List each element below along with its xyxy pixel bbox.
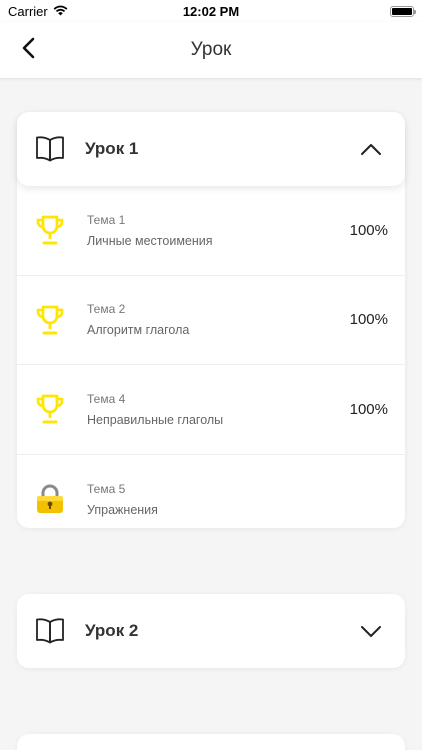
topic-name: Неправильные глаголы: [87, 412, 224, 427]
lesson-card-1: Урок 1 Тема 1 Личные местоимения 100% Те…: [17, 112, 405, 528]
topic-number: Тема 2: [87, 302, 126, 317]
topic-progress: 100%: [349, 311, 388, 329]
topic-number: Тема 4: [87, 391, 126, 406]
chevron-up-icon[interactable]: [359, 137, 383, 161]
battery-icon: [390, 5, 416, 17]
lesson-header-2[interactable]: Урок 2: [17, 594, 405, 668]
wifi-icon: [53, 4, 68, 19]
topic-name: Упражнения: [87, 502, 158, 517]
lock-icon: [34, 483, 66, 515]
status-bar: Carrier 12:02 PM: [0, 0, 422, 22]
chevron-left-icon: [21, 37, 35, 64]
lesson-card-2: Урок 2: [17, 594, 405, 668]
back-button[interactable]: [12, 34, 44, 66]
nav-bar: Урок: [0, 22, 422, 78]
topic-number: Тема 5: [87, 481, 126, 496]
carrier-label: Carrier: [8, 3, 48, 19]
book-icon: [35, 133, 67, 165]
page-title: Урок: [190, 39, 232, 60]
lesson-card-3[interactable]: [17, 734, 405, 750]
topic-number: Тема 1: [87, 212, 126, 227]
lesson-header-1[interactable]: Урок 1: [17, 112, 405, 186]
topic-item[interactable]: Тема 2 Алгоритм глагола 100%: [17, 276, 405, 365]
trophy-icon: [34, 304, 66, 336]
topic-progress: 100%: [349, 221, 388, 239]
lesson-title: Урок 1: [85, 139, 139, 158]
status-left: Carrier: [8, 4, 68, 19]
book-icon: [35, 615, 67, 647]
chevron-down-icon[interactable]: [359, 619, 383, 643]
topic-name: Алгоритм глагола: [87, 323, 190, 338]
topic-name: Личные местоимения: [87, 233, 213, 248]
trophy-icon: [34, 393, 66, 425]
lesson-title: Урок 2: [85, 621, 139, 640]
topic-progress: 100%: [349, 400, 388, 418]
topic-item[interactable]: Тема 4 Неправильные глаголы 100%: [17, 365, 405, 455]
trophy-icon: [34, 214, 66, 246]
topic-item[interactable]: Тема 1 Личные местоимения 100%: [17, 186, 405, 276]
topic-item[interactable]: Тема 5 Упражнения: [17, 455, 405, 545]
